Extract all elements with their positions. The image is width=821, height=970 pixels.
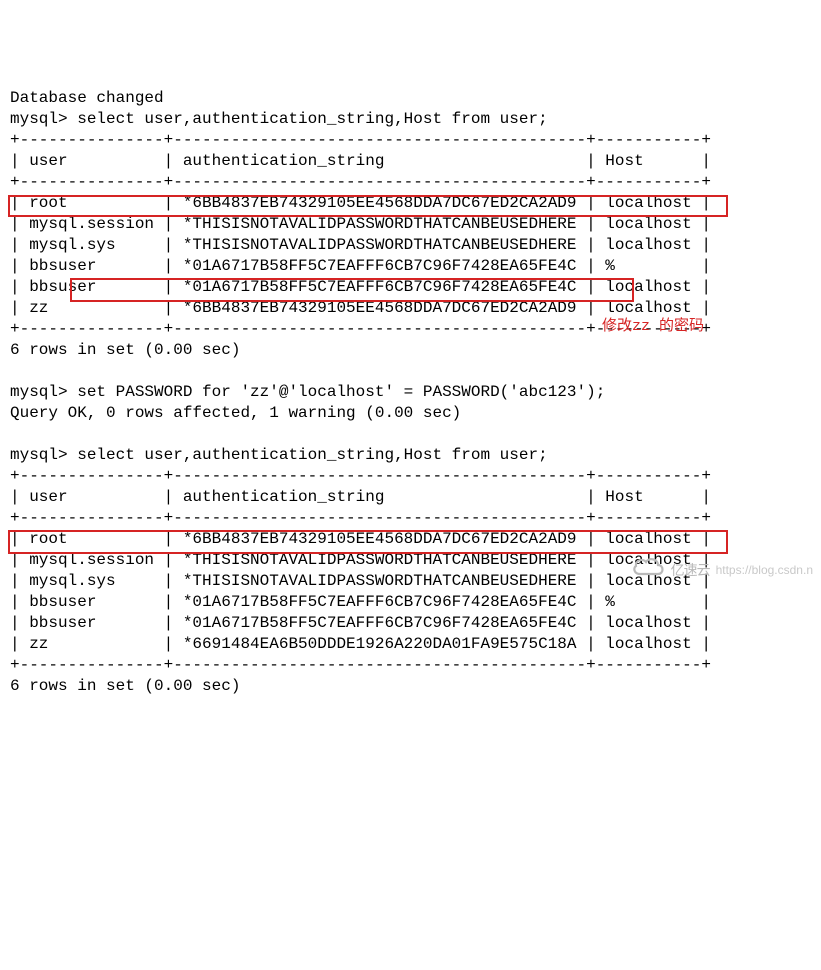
watermark: 亿速云 https://blog.csdn.n: [615, 535, 813, 605]
watermark-cloud-icon: [615, 535, 665, 605]
watermark-url: https://blog.csdn.n: [716, 560, 813, 581]
terminal-output: Database changed mysql> select user,auth…: [10, 88, 811, 697]
annotation-change-password: 修改zz 的密码: [602, 316, 704, 337]
watermark-brand: 亿速云: [671, 560, 710, 581]
